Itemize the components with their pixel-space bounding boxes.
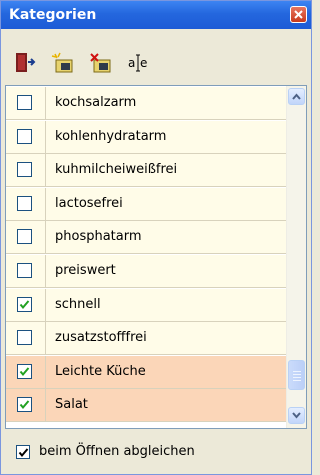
item-checkbox[interactable] [17, 195, 32, 211]
checkmark-icon [18, 448, 29, 458]
categories-window: Kategorien a e kochsalzarm kohlenhydrata… [0, 0, 312, 475]
checkbox-cell [6, 154, 46, 187]
scroll-thumb[interactable] [288, 360, 305, 390]
item-checkbox[interactable] [17, 363, 32, 379]
sync-on-open-checkbox[interactable] [16, 445, 30, 459]
item-label: phosphatarm [55, 229, 142, 245]
checkbox-cell [6, 288, 46, 321]
item-label: kohlenhydratarm [55, 128, 167, 144]
checkbox-cell [6, 120, 46, 153]
checkmark-icon [19, 299, 30, 309]
rename-button[interactable]: a e [123, 49, 155, 77]
list-item[interactable]: phosphatarm [6, 221, 286, 255]
item-label: Leichte Küche [55, 363, 146, 379]
list-item[interactable]: lactosefrei [6, 187, 286, 221]
checkmark-icon [19, 367, 30, 376]
chevron-up-icon [292, 93, 301, 100]
list-item[interactable]: Leichte Küche [6, 355, 286, 389]
list-item[interactable]: schnell [6, 288, 286, 322]
checkbox-cell [6, 389, 46, 422]
sync-on-open-label: beim Öffnen abgleichen [39, 444, 195, 459]
title-bar[interactable]: Kategorien [1, 1, 311, 29]
vertical-scrollbar[interactable] [286, 86, 306, 428]
scroll-down-button[interactable] [288, 407, 305, 424]
list-item[interactable]: kuhmilcheiweißfrei [6, 154, 286, 188]
checkbox-cell [6, 221, 46, 254]
svg-text:a: a [128, 56, 135, 70]
close-button[interactable] [290, 6, 307, 23]
item-label: Salat [55, 397, 88, 413]
item-label: kochsalzarm [55, 95, 137, 110]
checkbox-cell [6, 355, 46, 388]
checkbox-cell [6, 187, 46, 220]
item-label: zusatzstofffrei [55, 330, 147, 346]
item-checkbox[interactable] [17, 95, 32, 110]
checkbox-cell [6, 322, 46, 355]
category-list[interactable]: kochsalzarm kohlenhydratarm kuhmilcheiweiß… [5, 85, 307, 429]
add-category-button[interactable] [47, 49, 79, 77]
item-checkbox[interactable] [17, 296, 32, 312]
item-checkbox[interactable] [17, 229, 32, 245]
door-exit-icon [16, 53, 36, 72]
item-checkbox[interactable] [17, 263, 32, 278]
list-item[interactable]: kohlenhydratarm [6, 120, 286, 154]
checkmark-icon [19, 400, 30, 410]
item-label: kuhmilcheiweißfrei [55, 162, 178, 178]
list-item[interactable]: Salat [6, 389, 286, 423]
list-item[interactable]: zusatzstofffrei [6, 322, 286, 356]
item-label: preiswert [55, 263, 116, 278]
toolbar: a e [1, 29, 311, 85]
item-checkbox[interactable] [17, 128, 32, 144]
item-checkbox[interactable] [17, 330, 32, 346]
list-item[interactable]: kochsalzarm [6, 87, 286, 120]
checkbox-cell [6, 255, 46, 287]
list-item[interactable]: preiswert [6, 255, 286, 288]
exit-button[interactable] [9, 49, 41, 77]
item-label: lactosefrei [55, 195, 123, 211]
delete-category-button[interactable] [85, 49, 117, 77]
svg-text:e: e [140, 56, 147, 70]
window-title: Kategorien [9, 7, 97, 23]
delete-category-icon [90, 53, 111, 73]
item-checkbox[interactable] [17, 162, 32, 178]
item-label: schnell [55, 296, 101, 312]
checkbox-cell [6, 87, 46, 119]
scroll-up-button[interactable] [288, 88, 305, 105]
close-icon [294, 10, 303, 19]
new-category-icon [51, 52, 73, 73]
item-checkbox[interactable] [17, 397, 32, 413]
footer: beim Öffnen abgleichen [1, 429, 311, 475]
chevron-down-icon [292, 412, 301, 419]
rename-icon: a e [128, 54, 147, 72]
